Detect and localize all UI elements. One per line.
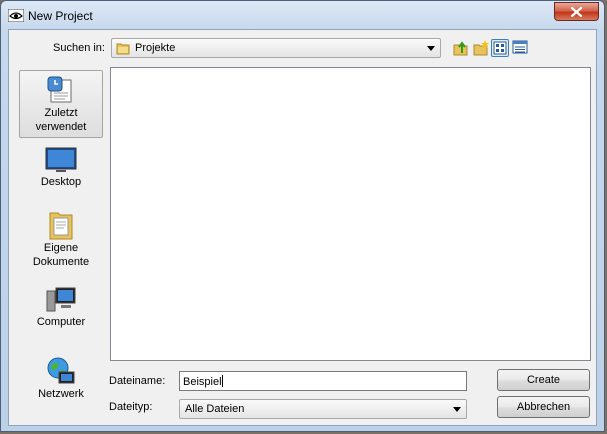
place-recent[interactable]: Zuletzt verwendet xyxy=(19,70,103,138)
place-label: Desktop xyxy=(40,176,82,188)
look-in-combobox[interactable]: Projekte xyxy=(111,38,441,58)
look-in-label: Suchen in: xyxy=(53,42,105,54)
filename-value: Beispiel xyxy=(183,376,222,388)
place-label: verwendet xyxy=(35,121,87,133)
filetype-value: Alle Dateien xyxy=(185,403,245,415)
place-computer[interactable]: Computer xyxy=(19,282,103,350)
folder-icon xyxy=(116,42,130,58)
recent-places-icon xyxy=(47,76,72,103)
file-list-view[interactable] xyxy=(110,67,591,361)
look-in-value: Projekte xyxy=(135,42,176,54)
network-globe-icon xyxy=(47,357,75,384)
details-view-icon[interactable] xyxy=(512,39,530,57)
place-label: Netzwerk xyxy=(38,388,84,400)
window-title: New Project xyxy=(28,9,93,23)
filename-input[interactable]: Beispiel xyxy=(179,371,467,391)
new-project-dialog: New Project Suchen in: Projekte Zuletzt … xyxy=(0,0,605,432)
app-eye-icon xyxy=(7,8,25,23)
place-label: Zuletzt xyxy=(44,107,78,119)
places-bar: Zuletzt verwendet Desktop Eigene Dokumen… xyxy=(16,66,104,419)
chevron-down-icon[interactable] xyxy=(453,407,461,412)
place-label: Dokumente xyxy=(32,256,90,268)
documents-folder-icon xyxy=(49,212,73,240)
filetype-label: Dateityp: xyxy=(109,401,153,413)
folder-up-icon[interactable] xyxy=(452,39,470,57)
chevron-down-icon[interactable] xyxy=(427,46,435,51)
text-caret xyxy=(221,375,223,387)
cancel-button[interactable]: Abbrechen xyxy=(497,396,590,418)
place-label: Eigene xyxy=(43,242,79,254)
desktop-icon xyxy=(45,147,77,172)
filename-label: Dateiname: xyxy=(109,375,166,387)
title-bar[interactable]: New Project xyxy=(1,1,604,29)
place-network[interactable]: Netzwerk xyxy=(19,352,103,420)
new-folder-icon[interactable] xyxy=(472,39,490,57)
list-view-icon[interactable] xyxy=(491,39,509,57)
place-label: Computer xyxy=(36,316,86,328)
close-icon xyxy=(570,7,583,17)
computer-icon xyxy=(46,287,76,312)
place-desktop[interactable]: Desktop xyxy=(19,142,103,210)
filetype-select[interactable]: Alle Dateien xyxy=(179,399,467,419)
create-button[interactable]: Create xyxy=(497,369,590,391)
dialog-client-area: Suchen in: Projekte Zuletzt verwendet De… xyxy=(8,29,597,426)
close-button[interactable] xyxy=(554,2,599,21)
place-documents[interactable]: Eigene Dokumente xyxy=(19,206,103,274)
